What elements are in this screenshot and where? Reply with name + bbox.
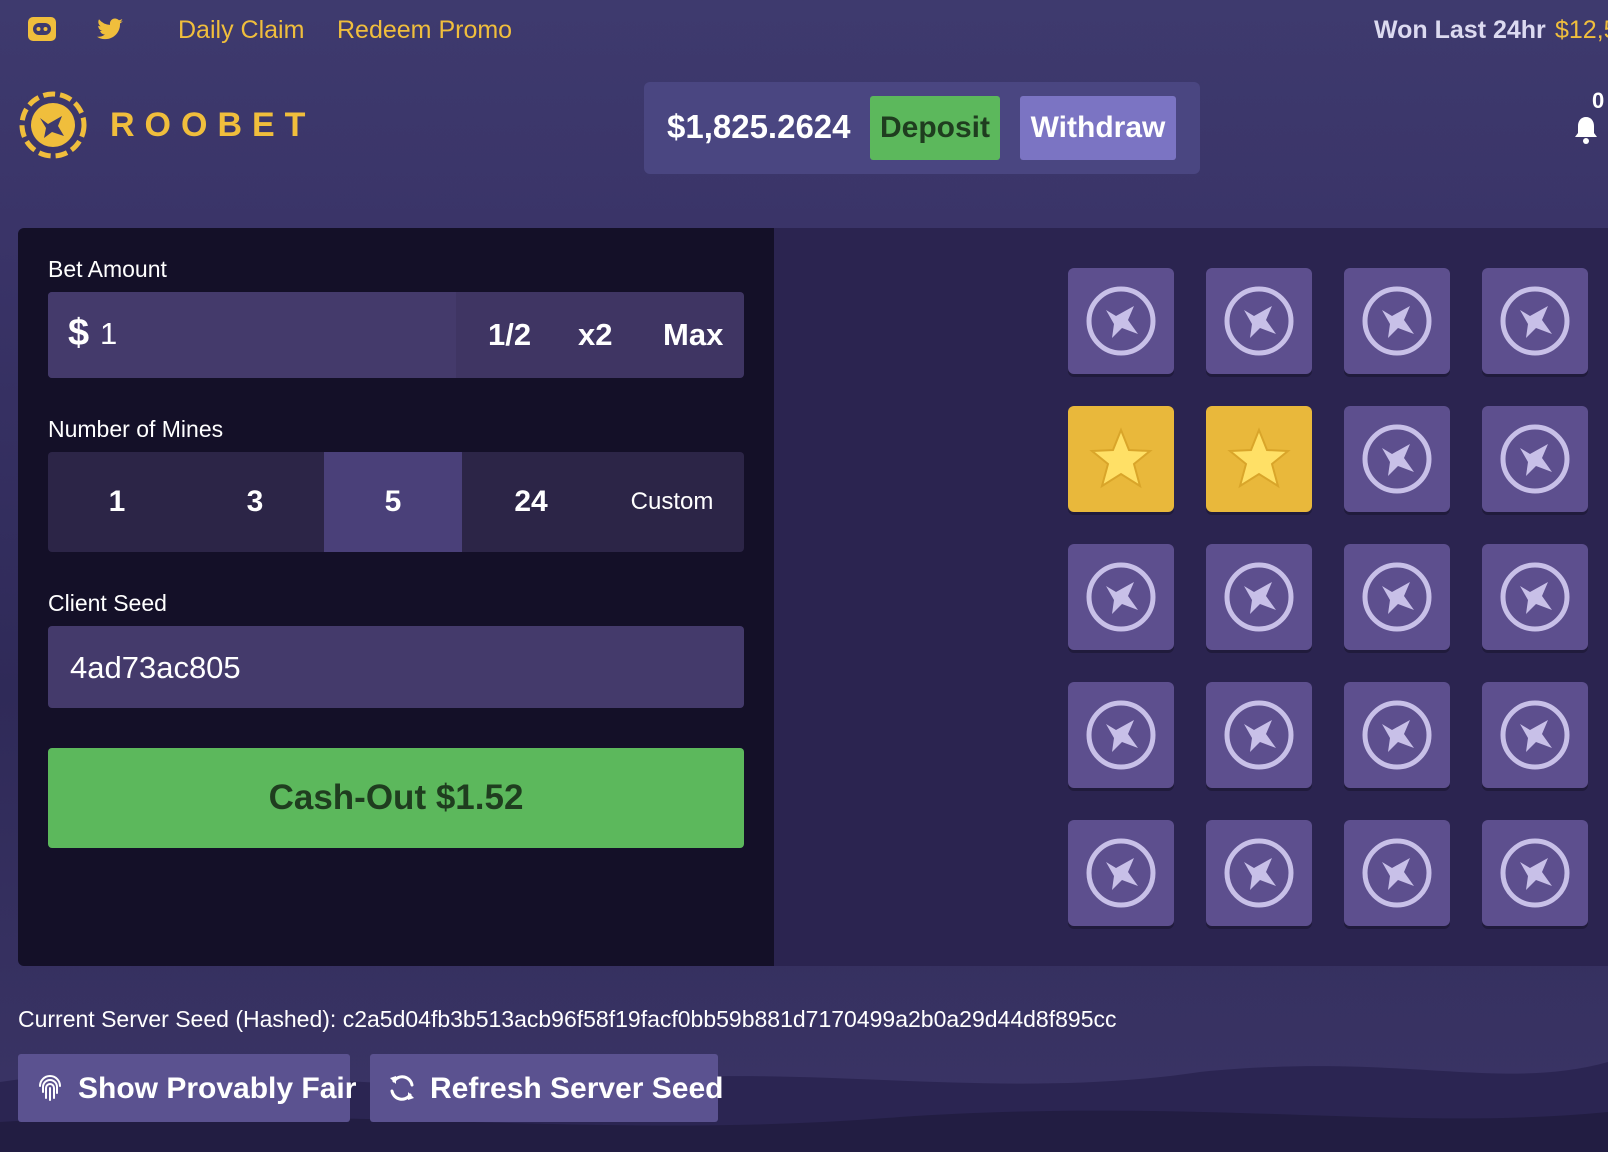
client-seed-label: Client Seed — [48, 590, 167, 616]
kangaroo-icon — [1500, 286, 1570, 356]
tile-hidden[interactable] — [1068, 544, 1174, 650]
tile-hidden[interactable] — [1206, 820, 1312, 926]
star-icon — [1089, 427, 1153, 489]
mines-option-3[interactable]: 3 — [186, 452, 324, 552]
brand-name[interactable]: ROOBET — [110, 106, 315, 145]
kangaroo-icon — [1086, 562, 1156, 632]
tile-hidden[interactable] — [1344, 544, 1450, 650]
mines-option-custom[interactable]: Custom — [600, 452, 744, 552]
kangaroo-icon — [1362, 286, 1432, 356]
tile-hidden[interactable] — [1206, 682, 1312, 788]
refresh-icon — [390, 1075, 414, 1101]
kangaroo-icon — [1500, 700, 1570, 770]
discord-icon[interactable] — [26, 13, 58, 45]
daily-claim-link[interactable]: Daily Claim — [178, 16, 304, 45]
twitter-icon[interactable] — [94, 13, 126, 45]
client-seed-value[interactable]: 4ad73ac805 — [70, 650, 241, 686]
tile-hidden[interactable] — [1344, 268, 1450, 374]
tile-hidden[interactable] — [1068, 682, 1174, 788]
tile-gem[interactable] — [1206, 406, 1312, 512]
kangaroo-icon — [1500, 838, 1570, 908]
top-bar: Daily Claim Redeem Promo Won Last 24hr $… — [0, 0, 1608, 62]
tile-hidden[interactable] — [1344, 406, 1450, 512]
tile-hidden[interactable] — [1482, 682, 1588, 788]
bet-amount-value[interactable]: 1 — [100, 316, 117, 352]
tile-hidden[interactable] — [1482, 406, 1588, 512]
bell-icon[interactable] — [1570, 114, 1602, 146]
kangaroo-icon — [1086, 838, 1156, 908]
bet-amount-group: $ 1 1/2 x2 Max — [48, 292, 744, 378]
mines-option-1[interactable]: 1 — [48, 452, 186, 552]
fingerprint-icon — [39, 1075, 61, 1101]
mines-option-24[interactable]: 24 — [462, 452, 600, 552]
balance: $1,825.2624 — [667, 108, 851, 145]
mines-game-panel: Bet Amount $ 1 1/2 x2 Max Number of Mine… — [18, 228, 1608, 966]
show-provably-fair-button[interactable]: Show Provably Fair — [18, 1054, 356, 1122]
kangaroo-icon — [1362, 700, 1432, 770]
deposit-button[interactable]: Deposit — [870, 96, 1000, 160]
kangaroo-icon — [1224, 562, 1294, 632]
tile-hidden[interactable] — [1344, 682, 1450, 788]
tile-hidden[interactable] — [1482, 544, 1588, 650]
wallet-panel: $1,825.2624 Deposit Withdraw — [644, 82, 1200, 174]
tile-hidden[interactable] — [1344, 820, 1450, 926]
bet-amount-input[interactable]: $ 1 — [48, 292, 456, 378]
dollar-icon: $ — [68, 312, 90, 354]
redeem-promo-link[interactable]: Redeem Promo — [337, 16, 512, 45]
kangaroo-icon — [1362, 562, 1432, 632]
kangaroo-icon — [1224, 700, 1294, 770]
bet-amount-label: Bet Amount — [48, 256, 167, 282]
tile-hidden[interactable] — [1482, 820, 1588, 926]
max-bet-button[interactable]: Max — [663, 317, 723, 353]
kangaroo-icon — [1086, 700, 1156, 770]
refresh-server-seed-button[interactable]: Refresh Server Seed — [370, 1054, 724, 1122]
tile-hidden[interactable] — [1206, 544, 1312, 650]
won-last-24hr-label: Won Last 24hr — [1374, 16, 1546, 44]
tile-hidden[interactable] — [1482, 268, 1588, 374]
half-bet-button[interactable]: 1/2 — [488, 317, 531, 353]
kangaroo-icon — [1500, 424, 1570, 494]
roobet-logo-icon[interactable] — [18, 90, 88, 160]
show-provably-fair-label: Show Provably Fair — [78, 1072, 357, 1105]
tile-hidden[interactable] — [1068, 268, 1174, 374]
mines-selector: 1 3 5 24 Custom — [48, 452, 744, 552]
server-seed-hash: Current Server Seed (Hashed): c2a5d04fb3… — [18, 1006, 1117, 1032]
kangaroo-icon — [1086, 286, 1156, 356]
tile-hidden[interactable] — [1068, 820, 1174, 926]
mines-label: Number of Mines — [48, 416, 224, 442]
kangaroo-icon — [1362, 424, 1432, 494]
mines-option-5[interactable]: 5 — [324, 452, 462, 552]
client-seed-input[interactable]: 4ad73ac805 — [48, 626, 744, 708]
notification-count: 0 — [1592, 88, 1605, 113]
withdraw-button[interactable]: Withdraw — [1020, 96, 1176, 160]
kangaroo-icon — [1500, 562, 1570, 632]
kangaroo-icon — [1362, 838, 1432, 908]
tile-hidden[interactable] — [1206, 268, 1312, 374]
double-bet-button[interactable]: x2 — [578, 317, 612, 353]
tile-gem[interactable] — [1068, 406, 1174, 512]
bet-controls-panel: Bet Amount $ 1 1/2 x2 Max Number of Mine… — [18, 228, 774, 966]
mines-grid-panel — [774, 228, 1608, 966]
cash-out-button[interactable]: Cash-Out $1.52 — [48, 748, 744, 848]
refresh-server-seed-label: Refresh Server Seed — [430, 1072, 724, 1105]
kangaroo-icon — [1224, 838, 1294, 908]
kangaroo-icon — [1224, 286, 1294, 356]
won-last-24hr-value: $12,5 — [1555, 16, 1608, 44]
star-icon — [1227, 427, 1291, 489]
